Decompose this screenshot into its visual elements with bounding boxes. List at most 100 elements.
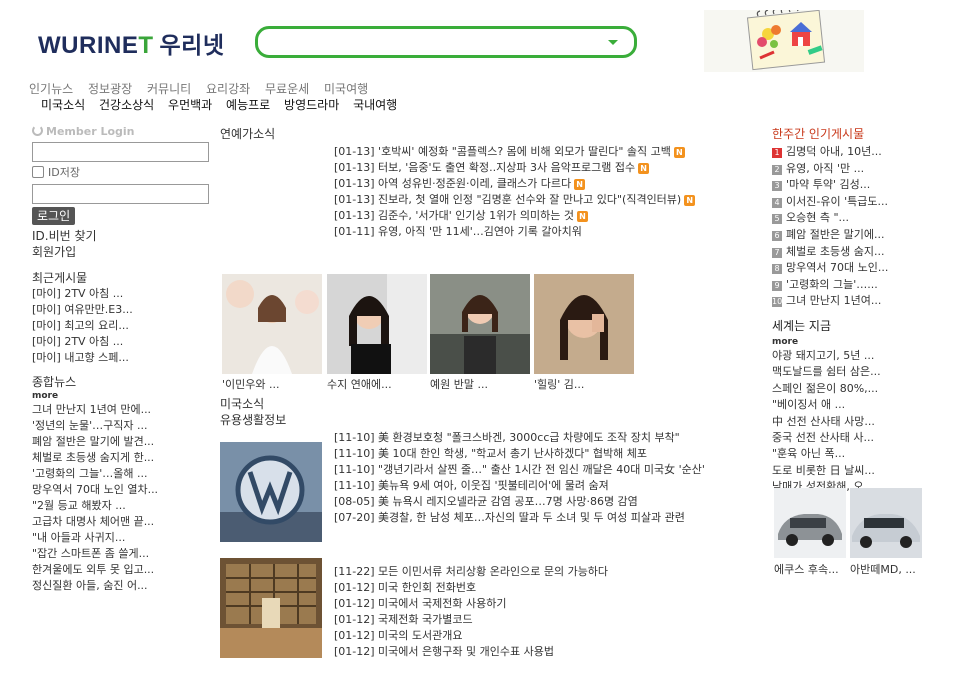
right-column: 한주간 인기게시물 1 김명덕 아내, 10년... 2 유영, 아직 '만 ...… <box>772 126 958 576</box>
list-item[interactable]: [마이] 2TV 아침 ... <box>32 334 212 350</box>
list-item[interactable]: '고령화의 그늘'…올해 ... <box>32 466 212 482</box>
news-item[interactable]: [11-10] "갱년기라서 살찐 줄…" 출산 1시간 전 임신 깨달은 40… <box>334 462 760 478</box>
list-item[interactable]: 고급차 대명사 체어맨 끝... <box>32 514 212 530</box>
news-item[interactable]: [11-10] 美뉴욕 9세 여아, 이웃집 '핏불테리어'에 물려 숨져 <box>334 478 760 494</box>
photo-caption[interactable]: '힐링' 김... <box>534 378 634 392</box>
list-item[interactable]: "2월 등교 해봤자 ... <box>32 498 212 514</box>
car-caption[interactable]: 아반떼MD, ... <box>850 562 922 577</box>
news-item[interactable]: [01-11] 유영, 아직 '만 11세'…김연아 기록 갈아치워 <box>334 224 754 240</box>
search-box[interactable] <box>255 26 637 58</box>
us-news-title[interactable]: 미국소식 <box>220 396 264 412</box>
news-item[interactable]: [01-12] 미국에서 국제전화 사용하기 <box>334 596 760 612</box>
rank-item[interactable]: 6 폐암 절반은 말기에... <box>772 227 958 244</box>
search-input[interactable] <box>268 29 598 55</box>
photo-caption[interactable]: '이민우와 ... <box>222 378 322 392</box>
list-item[interactable]: 망우역서 70대 노인 열차... <box>32 482 212 498</box>
news-item[interactable]: [08-05] 美 뉴욕시 레지오넬라균 감염 공포…7명 사망·86명 감염 <box>334 494 760 510</box>
celebrity-photo[interactable] <box>534 274 634 374</box>
news-item[interactable]: [01-12] 미국 한인회 전화번호 <box>334 580 760 596</box>
list-item[interactable]: 중국 선전 산사태 사... <box>772 430 958 446</box>
news-item[interactable]: [01-12] 미국에서 은행구좌 및 개인수표 사용법 <box>334 644 760 660</box>
rank-item[interactable]: 9 '고령화의 그늘'…... <box>772 277 958 294</box>
list-item[interactable]: 도로 비롯한 日 날씨... <box>772 463 958 479</box>
celebrity-photo[interactable] <box>327 274 427 374</box>
rank-item[interactable]: 7 체벌로 초등생 숨지... <box>772 244 958 261</box>
list-item[interactable]: 체벌로 초등생 숨지게 한... <box>32 450 212 466</box>
news-item[interactable]: [11-22] 모든 이민서류 처리상황 온라인으로 문의 가능하다 <box>334 564 760 580</box>
list-item[interactable]: 야광 돼지고기, 5년 ... <box>772 348 958 364</box>
list-item[interactable]: [마이] 2TV 아침 ... <box>32 286 212 302</box>
subnav-variety[interactable]: 예능프로 <box>226 98 270 112</box>
subnav-drama[interactable]: 방영드라마 <box>284 98 339 112</box>
volkswagen-photo[interactable] <box>220 442 322 542</box>
rank-item[interactable]: 4 이서진-유이 '특급도... <box>772 194 958 211</box>
subnav-domestic-travel[interactable]: 국내여행 <box>353 98 397 112</box>
list-item[interactable]: 정신질환 아들, 숨진 어... <box>32 578 212 594</box>
list-item[interactable]: "잡간 스마트폰 좀 쓸게... <box>32 546 212 562</box>
subnav-women[interactable]: 우먼백과 <box>168 98 212 112</box>
save-id-row[interactable]: ID저장 <box>32 165 212 181</box>
celebrity-photo[interactable] <box>430 274 530 374</box>
login-id-field[interactable] <box>32 142 209 162</box>
nav-info-plaza[interactable]: 정보광장 <box>88 82 132 96</box>
news-item[interactable]: [01-13] 진보라, 첫 열애 인정 "김명훈 선수와 잘 만나고 있다"(… <box>334 192 754 208</box>
join-link[interactable]: 회원가입 <box>32 244 212 260</box>
login-button[interactable]: 로그인 <box>32 207 76 225</box>
photo-caption[interactable]: 예원 반말 ... <box>430 378 530 392</box>
news-item[interactable]: [01-12] 미국의 도서관개요 <box>334 628 760 644</box>
car-caption[interactable]: 에쿠스 후속... <box>774 562 846 577</box>
list-item[interactable]: [마이] 내고향 스페... <box>32 350 212 366</box>
list-item[interactable]: '정년의 눈물'…구직자 ... <box>32 418 212 434</box>
rank-item[interactable]: 1 김명덕 아내, 10년... <box>772 144 958 161</box>
nav-cooking[interactable]: 요리강좌 <box>206 82 250 96</box>
subnav-us-news[interactable]: 미국소식 <box>41 98 85 112</box>
list-item[interactable]: "내 아들과 사귀지... <box>32 530 212 546</box>
list-item[interactable]: 폐암 절반은 말기에 발견... <box>32 434 212 450</box>
entertainment-title[interactable]: 연예가소식 <box>220 126 760 142</box>
site-logo[interactable]: WURINET 우리넷 <box>38 26 224 60</box>
list-item[interactable]: 맥도날드를 쉼터 삼은... <box>772 364 958 380</box>
life-info-title[interactable]: 유용생활정보 <box>220 412 286 428</box>
nav-fortune[interactable]: 무료운세 <box>265 82 309 96</box>
rank-item[interactable]: 10 그녀 만난지 1년여... <box>772 293 958 310</box>
photo-caption[interactable]: 수지 연애에... <box>327 378 427 392</box>
news-item[interactable]: [01-12] 국제전화 국가별코드 <box>334 612 760 628</box>
rank-item[interactable]: 3 '마약 투약' 김성... <box>772 177 958 194</box>
news-item[interactable]: [01-13] 아역 성유빈·정준원·이레, 클래스가 다르다 N <box>334 176 754 192</box>
nav-popular-news[interactable]: 인기뉴스 <box>29 82 73 96</box>
rank-item[interactable]: 5 오승현 측 "... <box>772 210 958 227</box>
list-item[interactable]: 스페인 젊은이 80%,... <box>772 381 958 397</box>
news-item[interactable]: [11-10] 美 10대 한인 학생, "학교서 총기 난사하겠다" 협박해 … <box>334 446 760 462</box>
news-item[interactable]: [07-20] 美경찰, 한 남성 체포…자신의 딸과 두 소녀 및 두 여성 … <box>334 510 760 526</box>
nav-community[interactable]: 커뮤니티 <box>147 82 191 96</box>
life-info-list: [11-22] 모든 이민서류 처리상황 온라인으로 문의 가능하다 [01-1… <box>334 564 760 660</box>
list-item[interactable]: [마이] 여유만만.E3... <box>32 302 212 318</box>
car-photo[interactable] <box>774 488 846 558</box>
general-news-more-link[interactable]: more <box>32 390 212 402</box>
news-item[interactable]: [11-10] 美 환경보호청 "폴크스바겐, 3000cc급 차량에도 조작 … <box>334 430 760 446</box>
news-item[interactable]: [01-13] 김준수, '서가대' 인기상 1위가 의미하는 것N <box>334 208 754 224</box>
rank-item[interactable]: 2 유영, 아직 '만 ... <box>772 161 958 178</box>
save-id-checkbox[interactable] <box>32 166 44 178</box>
find-account-link[interactable]: ID.비번 찾기 <box>32 228 212 244</box>
celebrity-photo[interactable] <box>222 274 322 374</box>
list-item[interactable]: "훈육 아닌 폭... <box>772 446 958 462</box>
list-item[interactable]: 그녀 만난지 1년여 만에... <box>32 402 212 418</box>
list-item[interactable]: [마이] 최고의 요리... <box>32 318 212 334</box>
list-item[interactable]: "베이징서 애 ... <box>772 397 958 413</box>
chevron-down-icon[interactable] <box>608 40 618 45</box>
list-item[interactable]: 한겨울에도 외투 못 입고... <box>32 562 212 578</box>
new-badge-icon: N <box>684 195 696 206</box>
news-item[interactable]: [01-13] '호박씨' 예정화 "콤플렉스? 몸에 비해 외모가 딸린다" … <box>334 144 754 160</box>
new-badge-icon: N <box>673 147 685 158</box>
nav-us-travel[interactable]: 미국여행 <box>324 82 368 96</box>
world-now-more-link[interactable]: more <box>772 336 958 348</box>
list-item[interactable]: 中 선전 산사태 사망... <box>772 414 958 430</box>
library-photo[interactable] <box>220 558 322 658</box>
rank-6-icon: 6 <box>772 230 782 241</box>
car-photo[interactable] <box>850 488 922 558</box>
rank-item[interactable]: 8 망우역서 70대 노인... <box>772 260 958 277</box>
login-password-field[interactable] <box>32 184 209 204</box>
subnav-health[interactable]: 건강소상식 <box>99 98 154 112</box>
news-item[interactable]: [01-13] 터보, '음중'도 출연 확정..지상파 3사 음악프로그램 접… <box>334 160 754 176</box>
